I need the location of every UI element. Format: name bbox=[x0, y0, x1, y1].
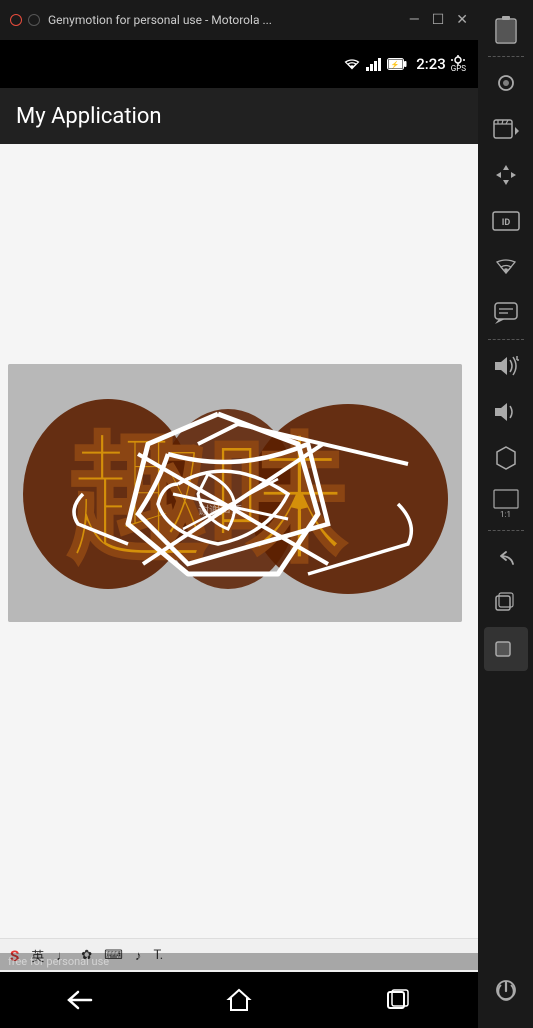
status-time: 2:23 bbox=[416, 55, 446, 73]
home-button[interactable] bbox=[209, 980, 269, 1020]
status-bar: ⚡ 2:23 GPS bbox=[0, 40, 478, 88]
svg-text:ID: ID bbox=[501, 218, 510, 228]
sidebar-divider-3 bbox=[488, 530, 524, 531]
video-sidebar-icon[interactable] bbox=[484, 107, 528, 151]
watermark: free for personal use bbox=[0, 953, 478, 970]
power-sidebar-icon[interactable] bbox=[484, 968, 528, 1012]
close-button[interactable]: ✕ bbox=[456, 12, 468, 28]
volume-up-sidebar-icon[interactable] bbox=[484, 344, 528, 388]
gps-status: GPS bbox=[451, 55, 466, 73]
battery-status-icon: ⚡ bbox=[387, 58, 407, 70]
minimize-button[interactable]: — bbox=[409, 12, 420, 28]
gps-label: GPS bbox=[451, 65, 466, 73]
ratio-sidebar-icon[interactable]: 1:1 bbox=[484, 482, 528, 526]
content-area: 趣 味 谢谢声页 bbox=[0, 144, 478, 972]
image-container[interactable]: 趣 味 谢谢声页 bbox=[8, 364, 462, 622]
move-sidebar-icon[interactable] bbox=[484, 153, 528, 197]
battery-sidebar-icon[interactable] bbox=[484, 8, 528, 52]
app-bar: My Application bbox=[0, 88, 478, 144]
title-bar-text: Genymotion for personal use - Motorola .… bbox=[48, 13, 409, 27]
nav-bar bbox=[0, 972, 478, 1028]
circle-2 bbox=[28, 14, 40, 26]
circle-1 bbox=[10, 14, 22, 26]
sidebar-divider-1 bbox=[488, 56, 524, 57]
status-icons: ⚡ 2:23 GPS bbox=[343, 55, 466, 73]
signal-icon bbox=[366, 57, 382, 71]
scribble-drawing bbox=[8, 364, 462, 622]
id-sidebar-icon[interactable]: ID bbox=[484, 199, 528, 243]
camera-sidebar-icon[interactable] bbox=[484, 61, 528, 105]
recents-nav-sidebar-icon[interactable] bbox=[484, 581, 528, 625]
watermark-text: free for personal use bbox=[8, 955, 109, 968]
phone-area: ⚡ 2:23 GPS My Application bbox=[0, 40, 478, 1028]
app-bar-title: My Application bbox=[16, 104, 162, 129]
right-sidebar: ID bbox=[478, 0, 533, 1028]
message-sidebar-icon[interactable] bbox=[484, 291, 528, 335]
back-button[interactable] bbox=[50, 980, 110, 1020]
svg-text:⚡: ⚡ bbox=[391, 60, 400, 69]
back-nav-sidebar-icon[interactable] bbox=[484, 535, 528, 579]
title-bar: Genymotion for personal use - Motorola .… bbox=[0, 0, 478, 40]
title-bar-controls[interactable]: — ☐ ✕ bbox=[409, 12, 468, 28]
maximize-button[interactable]: ☐ bbox=[432, 12, 445, 28]
rotate-sidebar-icon[interactable] bbox=[484, 436, 528, 480]
volume-down-sidebar-icon[interactable] bbox=[484, 390, 528, 434]
wifi-icon bbox=[343, 57, 361, 71]
window-circles bbox=[10, 14, 40, 26]
home-nav-sidebar-icon[interactable] bbox=[484, 627, 528, 671]
recents-button[interactable] bbox=[368, 980, 428, 1020]
sidebar-divider-2 bbox=[488, 339, 524, 340]
wifi-sidebar-icon[interactable] bbox=[484, 245, 528, 289]
ratio-label: 1:1 bbox=[500, 510, 511, 520]
